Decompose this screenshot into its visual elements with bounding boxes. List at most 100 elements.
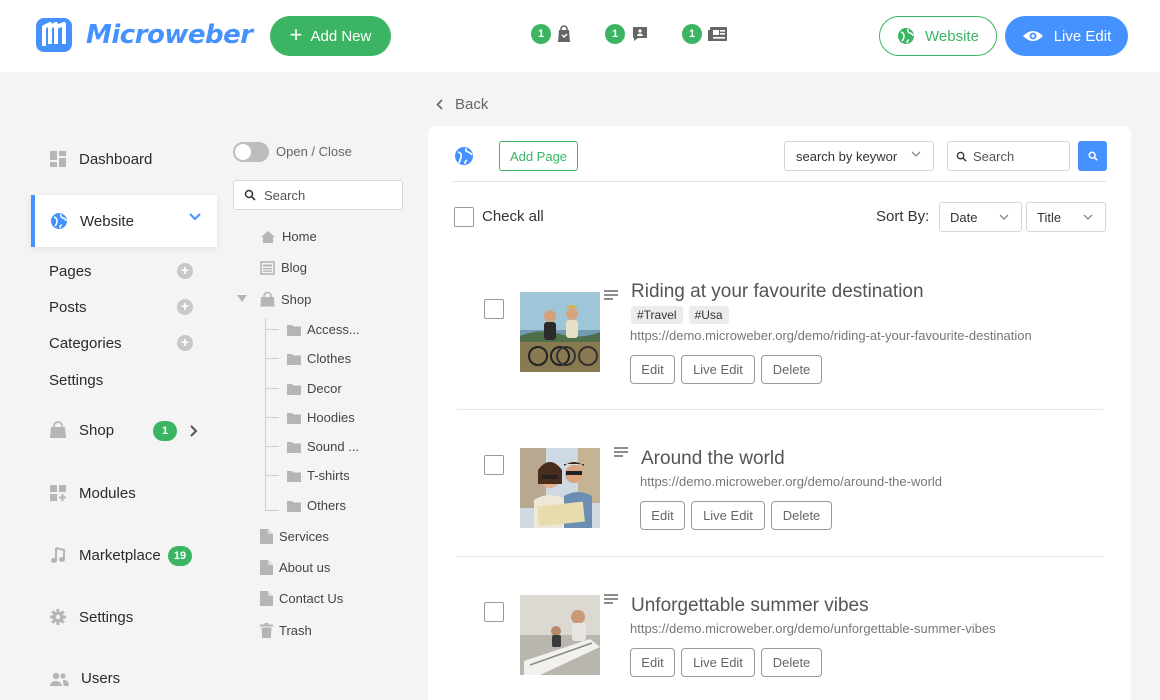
tree-item-trash[interactable]: Trash bbox=[260, 623, 312, 638]
music-note-icon bbox=[51, 547, 65, 563]
main-search-input[interactable] bbox=[973, 148, 1063, 164]
website-button[interactable]: Website bbox=[879, 16, 997, 56]
post-url[interactable]: https://demo.microweber.org/demo/riding-… bbox=[630, 328, 1032, 343]
live-edit-label: Live Edit bbox=[1053, 27, 1112, 45]
sidebar-sub-pages[interactable]: Pages bbox=[49, 263, 92, 280]
add-post-plus-icon[interactable]: + bbox=[177, 299, 193, 315]
tree-item-decor[interactable]: Decor bbox=[287, 381, 342, 396]
sidebar-item-settings[interactable]: Settings bbox=[49, 608, 133, 626]
post-thumbnail[interactable] bbox=[520, 595, 600, 675]
edit-button[interactable]: Edit bbox=[630, 355, 675, 384]
back-label: Back bbox=[455, 96, 489, 113]
post-url[interactable]: https://demo.microweber.org/demo/unforge… bbox=[630, 621, 996, 636]
tag-travel[interactable]: #Travel bbox=[631, 306, 683, 324]
post-title[interactable]: Riding at your favourite destination bbox=[631, 281, 924, 303]
orders-notification[interactable]: 1 bbox=[531, 24, 572, 44]
sidebar-sub-settings[interactable]: Settings bbox=[49, 372, 103, 389]
sort-title-button[interactable]: Title bbox=[1026, 202, 1106, 232]
users-icon bbox=[50, 672, 69, 686]
tree-item-services[interactable]: Services bbox=[260, 529, 329, 544]
add-page-plus-icon[interactable]: + bbox=[177, 263, 193, 279]
tag-usa[interactable]: #Usa bbox=[688, 306, 729, 324]
comments-notification[interactable]: 1 bbox=[605, 24, 650, 44]
sidebar-sub-posts[interactable]: Posts bbox=[49, 299, 87, 316]
sidebar-item-label: Website bbox=[80, 212, 134, 230]
post-url[interactable]: https://demo.microweber.org/demo/around-… bbox=[640, 474, 942, 489]
post-title[interactable]: Unforgettable summer vibes bbox=[631, 595, 869, 617]
sidebar-item-marketplace[interactable]: Marketplace bbox=[49, 546, 161, 564]
logo[interactable]: Microweber bbox=[34, 14, 253, 56]
search-mode-select[interactable]: search by keywor bbox=[784, 141, 934, 171]
edit-button[interactable]: Edit bbox=[630, 648, 675, 677]
post-checkbox[interactable] bbox=[484, 455, 504, 475]
sidebar-item-shop[interactable]: Shop bbox=[49, 421, 114, 439]
delete-button[interactable]: Delete bbox=[771, 501, 832, 530]
sidebar-sub-categories[interactable]: Categories bbox=[49, 335, 122, 352]
sidebar-item-modules[interactable]: Modules bbox=[49, 484, 136, 502]
tree-search-box[interactable] bbox=[233, 180, 403, 210]
notification-badge: 1 bbox=[682, 24, 702, 44]
sort-date-button[interactable]: Date bbox=[939, 202, 1022, 232]
delete-button[interactable]: Delete bbox=[761, 355, 822, 384]
blog-icon bbox=[260, 260, 275, 275]
post-thumbnail[interactable] bbox=[520, 448, 600, 528]
search-button[interactable] bbox=[1078, 141, 1107, 171]
check-all-checkbox[interactable] bbox=[454, 207, 474, 227]
divider bbox=[453, 181, 1106, 182]
globe-icon bbox=[455, 147, 473, 165]
tree-item-others[interactable]: Others bbox=[287, 498, 346, 513]
tree-item-sound[interactable]: Sound ... bbox=[287, 439, 359, 454]
tree-item-accessories[interactable]: Access... bbox=[287, 322, 360, 337]
tree-item-contact[interactable]: Contact Us bbox=[260, 591, 343, 606]
post-actions: Edit Live Edit Delete bbox=[630, 355, 822, 384]
add-new-button[interactable]: + Add New bbox=[270, 16, 391, 56]
add-page-button[interactable]: Add Page bbox=[499, 141, 578, 171]
live-edit-button[interactable]: Live Edit bbox=[1005, 16, 1128, 56]
post-checkbox[interactable] bbox=[484, 602, 504, 622]
post-separator bbox=[457, 556, 1103, 557]
live-edit-button[interactable]: Live Edit bbox=[681, 648, 755, 677]
home-icon bbox=[261, 230, 275, 243]
tree-search-input[interactable] bbox=[264, 187, 384, 203]
post-checkbox[interactable] bbox=[484, 299, 504, 319]
tree-item-about[interactable]: About us bbox=[260, 560, 330, 575]
sidebar-item-website[interactable]: Website bbox=[31, 195, 217, 247]
tree-item-label: Sound ... bbox=[307, 439, 360, 454]
tree-open-close-toggle[interactable] bbox=[233, 142, 269, 162]
post-thumbnail[interactable] bbox=[520, 292, 600, 372]
tree-item-clothes[interactable]: Clothes bbox=[287, 351, 351, 366]
tree-item-tshirts[interactable]: T-shirts bbox=[287, 468, 350, 483]
tree-item-home[interactable]: Home bbox=[260, 229, 317, 244]
main-search-box[interactable] bbox=[947, 141, 1070, 171]
tree-item-shop[interactable]: Shop bbox=[260, 292, 311, 307]
add-category-plus-icon[interactable]: + bbox=[177, 335, 193, 351]
posts-notification[interactable]: 1 bbox=[682, 24, 729, 44]
chevron-down-icon bbox=[1083, 214, 1093, 220]
tree-item-label: T-shirts bbox=[307, 468, 350, 483]
modules-icon bbox=[50, 485, 66, 501]
chevron-down-icon bbox=[911, 151, 921, 157]
page-icon bbox=[260, 560, 273, 575]
tree-connector bbox=[265, 446, 279, 447]
delete-button[interactable]: Delete bbox=[761, 648, 822, 677]
add-new-label: Add New bbox=[310, 27, 372, 45]
live-edit-button[interactable]: Live Edit bbox=[681, 355, 755, 384]
edit-button[interactable]: Edit bbox=[640, 501, 685, 530]
tree-item-hoodies[interactable]: Hoodies bbox=[287, 410, 355, 425]
search-icon bbox=[956, 151, 967, 162]
caret-down-icon[interactable] bbox=[237, 295, 247, 303]
search-mode-value: search by keywor bbox=[796, 148, 898, 164]
back-link[interactable]: Back bbox=[436, 96, 488, 113]
tree-item-blog[interactable]: Blog bbox=[260, 260, 307, 275]
live-edit-button[interactable]: Live Edit bbox=[691, 501, 765, 530]
chevron-right-icon[interactable] bbox=[190, 425, 198, 437]
check-all-label[interactable]: Check all bbox=[482, 208, 544, 225]
sidebar-item-dashboard[interactable]: Dashboard bbox=[49, 150, 152, 168]
page-icon bbox=[260, 591, 273, 606]
folder-icon bbox=[287, 324, 301, 336]
folder-icon bbox=[287, 353, 301, 365]
toggle-knob bbox=[235, 144, 251, 160]
page-icon bbox=[260, 529, 273, 544]
sidebar-item-users[interactable]: Users bbox=[49, 670, 120, 687]
post-title[interactable]: Around the world bbox=[641, 448, 785, 470]
